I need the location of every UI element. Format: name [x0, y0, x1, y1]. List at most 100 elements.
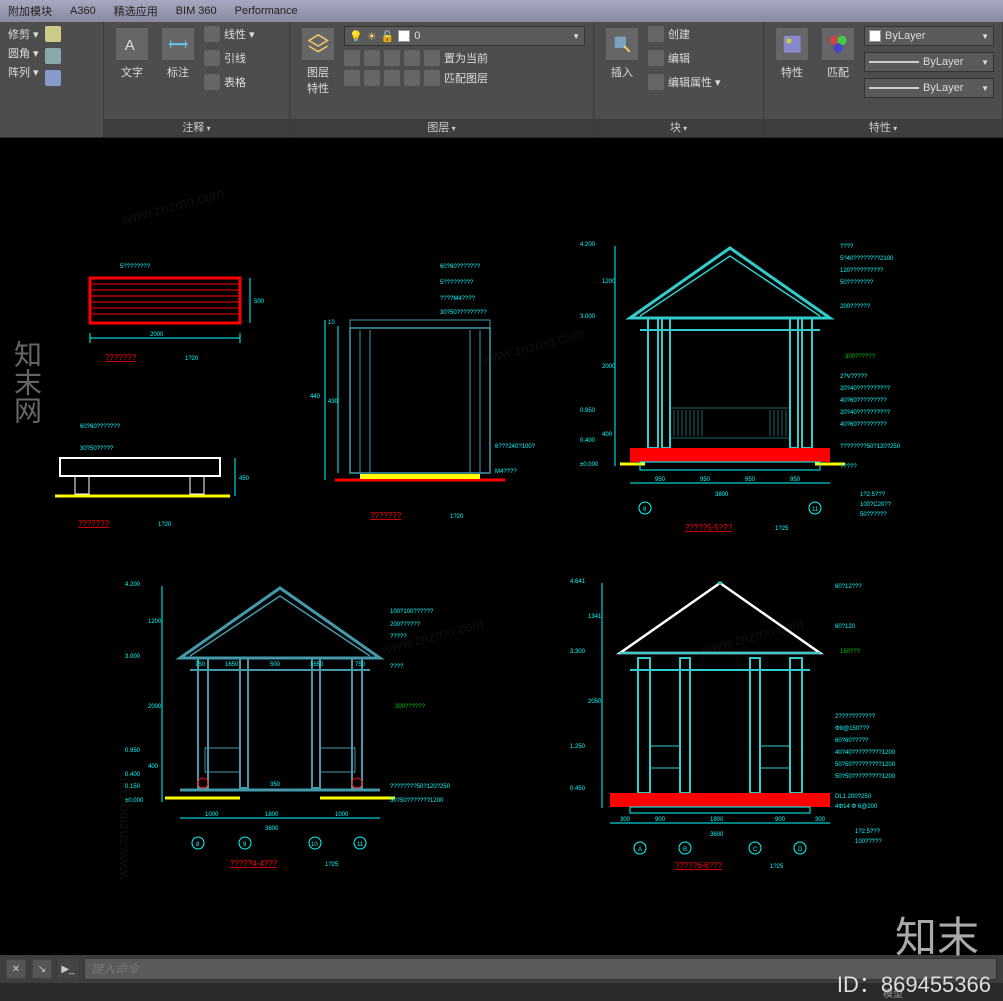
svg-text:100?????: 100????? [855, 839, 882, 845]
model-tab[interactable]: 模型 [883, 985, 903, 1000]
linetype-dropdown[interactable]: ByLayer▼ [864, 78, 994, 98]
command-input[interactable] [84, 958, 997, 980]
svg-text:11: 11 [357, 842, 364, 848]
drawing-canvas[interactable]: www.znzmo.com www.znzmo.com www.znzmo.co… [0, 138, 1003, 955]
panel-props-title[interactable]: 特性 [764, 119, 1002, 137]
command-line: ✕ ↘ ▶_ [0, 955, 1003, 983]
table-icon [204, 74, 220, 90]
layer-tool-icon[interactable] [404, 70, 420, 86]
table-button[interactable]: 表格 [204, 74, 255, 90]
drawing-detail-1: 2000 500 5???????? ??????? 1?20 [50, 248, 270, 368]
svg-text:1000: 1000 [335, 812, 349, 818]
svg-text:1200: 1200 [602, 279, 616, 285]
svg-text:1?2.5???: 1?2.5??? [855, 829, 881, 835]
layer-tool-icon[interactable] [344, 50, 360, 66]
menu-a360[interactable]: A360 [70, 5, 96, 17]
shape-icon[interactable] [45, 70, 61, 86]
svg-text:450: 450 [239, 476, 250, 482]
leader-button[interactable]: 引线 [204, 50, 255, 66]
svg-text:8: 8 [643, 507, 647, 513]
match-layer-button[interactable]: 匹配图层 [424, 70, 488, 86]
svg-text:60?60???????: 60?60??????? [440, 264, 481, 270]
color-dropdown[interactable]: ByLayer▼ [864, 26, 994, 46]
panel-layer: 图层 特性 💡 ☀ 🔓 0 ▼ [290, 22, 594, 137]
panel-edit: 修剪 ▾ 圆角 ▾ 阵列 ▾ . [0, 22, 104, 137]
svg-text:???????: ??????? [370, 511, 402, 520]
svg-text:60?12???: 60?12??? [835, 584, 862, 590]
layer-tool-icon[interactable] [404, 50, 420, 66]
dim-button[interactable]: 标注 [158, 26, 198, 82]
status-bar: 模型 [0, 983, 1003, 1001]
edit-block-button[interactable]: 编辑 [648, 50, 721, 66]
svg-text:0.950: 0.950 [125, 748, 141, 754]
svg-text:1?25: 1?25 [775, 526, 789, 532]
svg-text:430: 430 [328, 399, 339, 405]
layer-tool-icon[interactable] [364, 50, 380, 66]
linear-button[interactable]: 线性 ▾ [204, 26, 255, 42]
watermark: www.znzmo.com [120, 185, 226, 228]
svg-text:????: ???? [390, 664, 404, 670]
svg-text:D: D [798, 847, 803, 853]
svg-text:???????: ??????? [105, 353, 137, 362]
layer-props-button[interactable]: 图层 特性 [298, 26, 338, 98]
svg-text:?????6-6???: ?????6-6??? [675, 861, 723, 870]
lineweight-dropdown[interactable]: ByLayer▼ [864, 52, 994, 72]
svg-text:5?40????????2100: 5?40????????2100 [840, 256, 894, 262]
svg-text:300??????: 300?????? [395, 704, 426, 710]
svg-text:±0.000: ±0.000 [580, 462, 599, 468]
edit-attr-button[interactable]: 编辑属性 ▾ [648, 74, 721, 90]
svg-text:B: B [683, 847, 687, 853]
svg-text:2?V?????: 2?V????? [840, 374, 868, 380]
svg-text:A: A [638, 847, 642, 853]
make-current-button[interactable]: 置为当前 [424, 50, 488, 66]
layer-dropdown[interactable]: 💡 ☀ 🔓 0 ▼ [344, 26, 585, 46]
svg-text:60?120: 60?120 [835, 624, 856, 630]
fillet-button[interactable]: 圆角 ▾ [8, 45, 39, 61]
insert-icon [606, 28, 638, 60]
svg-text:300: 300 [620, 817, 631, 823]
trim-button[interactable]: 修剪 ▾ [8, 26, 39, 42]
svg-text:0.400: 0.400 [125, 772, 141, 778]
svg-text:60?60?????: 60?60????? [835, 738, 869, 744]
drawing-detail-3: 440 430 10 60?60??????? 5????????? ????M… [290, 248, 550, 538]
array-button[interactable]: 阵列 ▾ [8, 64, 39, 80]
insert-button[interactable]: 插入 [602, 26, 642, 82]
panel-annotation-title[interactable]: 注释 [104, 119, 289, 137]
close-cmd-button[interactable]: ✕ [6, 959, 26, 979]
menu-bim360[interactable]: BIM 360 [176, 5, 217, 17]
panel-block-title[interactable]: 块 [594, 119, 763, 137]
svg-text:500: 500 [254, 299, 265, 305]
svg-text:11: 11 [812, 507, 819, 513]
svg-text:750: 750 [355, 662, 366, 668]
props-button[interactable]: 特性 [772, 26, 812, 82]
svg-text:20?40??????????: 20?40?????????? [840, 410, 891, 416]
svg-text:1?20: 1?20 [158, 522, 172, 528]
layer-tool-icon[interactable] [364, 70, 380, 86]
lightbulb-icon: 💡 [349, 30, 363, 43]
text-button[interactable]: A 文字 [112, 26, 152, 82]
svg-text:3.300: 3.300 [570, 649, 586, 655]
svg-text:400: 400 [602, 432, 613, 438]
menu-performance[interactable]: Performance [235, 5, 298, 17]
match-props-button[interactable]: 匹配 [818, 26, 858, 82]
dim-icon [162, 28, 194, 60]
recent-cmd-button[interactable]: ↘ [32, 959, 52, 979]
cmd-prompt-icon: ▶_ [58, 959, 78, 979]
layer-tool-icon[interactable] [384, 50, 400, 66]
pencil-icon[interactable] [45, 26, 61, 42]
menu-jingxuan[interactable]: 精选应用 [114, 3, 158, 19]
svg-text:?????: ????? [840, 464, 857, 470]
svg-text:6???240?100?: 6???240?100? [495, 444, 536, 450]
layer-tool-icon[interactable] [344, 70, 360, 86]
color-swatch [398, 30, 410, 42]
create-block-button[interactable]: 创建 [648, 26, 721, 42]
svg-text:5?????????: 5????????? [440, 280, 474, 286]
layer-tool-icon[interactable] [384, 70, 400, 86]
svg-text:0.450: 0.450 [570, 786, 586, 792]
svg-text:Φ8@150???: Φ8@150??? [835, 726, 870, 732]
box-icon[interactable] [45, 48, 61, 64]
menu-fujia[interactable]: 附加模块 [8, 3, 52, 19]
svg-text:200??????: 200?????? [840, 304, 871, 310]
panel-layer-title[interactable]: 图层 [290, 119, 593, 137]
svg-text:950: 950 [790, 477, 801, 483]
